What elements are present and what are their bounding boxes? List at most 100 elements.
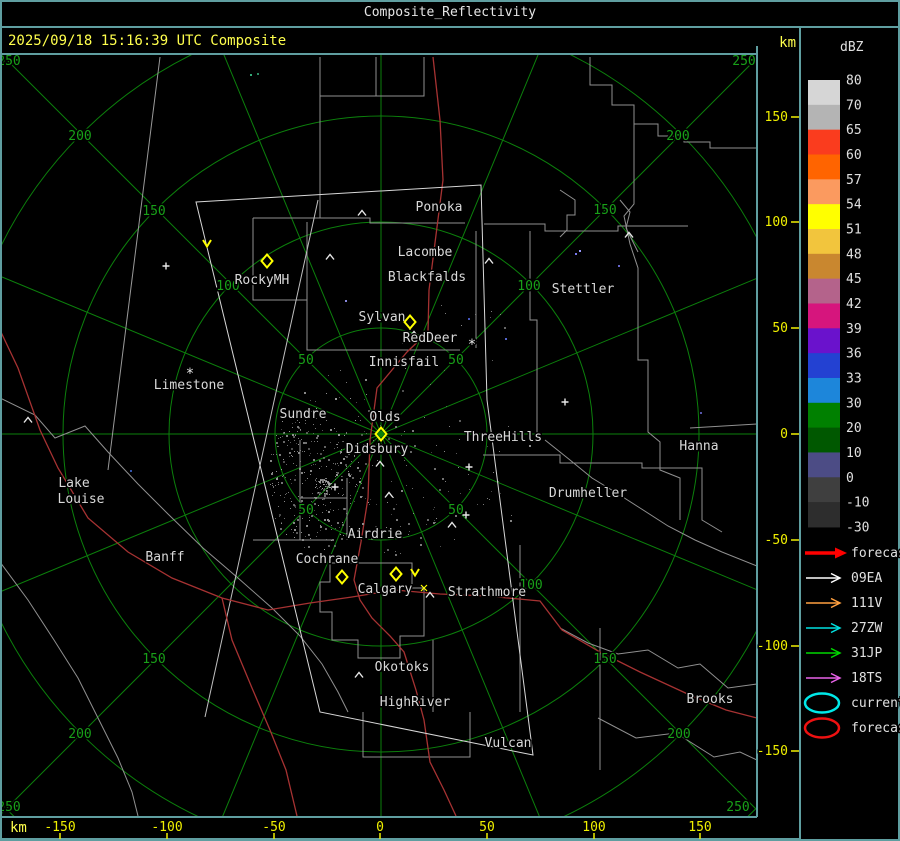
y-axis-label: 150 [765, 110, 788, 125]
ring-label: 200 [68, 727, 91, 742]
speckle-dot [359, 470, 361, 472]
speckle-dot [314, 497, 315, 498]
speckle-dot [322, 481, 324, 483]
speckle-dot [311, 501, 312, 502]
colorbar-value: 54 [846, 198, 862, 213]
colorbar-value: 33 [846, 371, 862, 386]
speckle-dot [316, 478, 317, 479]
speckle-dot [491, 491, 492, 492]
speckle-dot [341, 479, 343, 481]
speckle-dot [297, 519, 299, 521]
speckle-dot [274, 492, 275, 493]
speckle-dot [333, 510, 334, 511]
speckle-dot [305, 423, 306, 424]
speckle-dot [401, 490, 403, 492]
speckle-dot [406, 485, 407, 486]
colored-speck [700, 412, 702, 414]
speckle-dot [291, 455, 292, 456]
speckle-dot [270, 484, 271, 485]
speckle-dot [296, 532, 298, 534]
speckle-dot [291, 448, 293, 450]
colorbar-value: 70 [846, 98, 862, 113]
speckle-dot [395, 426, 397, 428]
speckle-dot [408, 534, 409, 535]
place-label-drumheller: Drumheller [549, 486, 627, 501]
speckle-dot [315, 479, 316, 480]
speckle-dot [328, 483, 330, 485]
speckle-dot [401, 435, 402, 436]
speckle-dot [360, 420, 361, 421]
speckle-dot [283, 441, 285, 443]
x-axis-label: 100 [582, 820, 605, 835]
speckle-dot [426, 524, 427, 525]
speckle-dot [446, 406, 447, 407]
speckle-dot [323, 450, 324, 451]
speckle-dot [364, 431, 365, 432]
speckle-dot [340, 462, 342, 464]
speckle-dot [423, 497, 424, 498]
speckle-dot [289, 456, 290, 457]
speckle-dot [487, 446, 488, 447]
speckle-dot [344, 435, 345, 436]
speckle-dot [338, 493, 339, 494]
speckle-dot [280, 528, 282, 530]
speckle-dot [316, 514, 317, 515]
speckle-dot [324, 498, 325, 499]
speckle-dot [335, 476, 336, 477]
speckle-dot [336, 474, 338, 476]
ring-label: 200 [68, 129, 91, 144]
colorbar-swatch [808, 502, 840, 528]
speckle-dot [350, 498, 351, 499]
speckle-dot [321, 466, 322, 467]
speckle-dot [333, 463, 334, 464]
speckle-dot [331, 525, 332, 526]
speckle-dot [321, 479, 323, 481]
colorbar-swatch [808, 402, 840, 429]
speckle-dot [309, 520, 310, 521]
speckle-dot [346, 468, 347, 469]
speckle-dot [311, 441, 312, 442]
place-label-calgary: Calgary [358, 582, 413, 597]
speckle-dot [300, 429, 301, 430]
colored-speck [345, 300, 347, 302]
speckle-dot [370, 499, 371, 500]
timestamp-label: 2025/09/18 15:16:39 UTC Composite [8, 33, 287, 49]
place-label-lacombe: Lacombe [398, 245, 453, 260]
speckle-dot [444, 370, 445, 371]
speckle-dot [305, 442, 307, 444]
speckle-dot [324, 493, 326, 495]
speckle-dot [317, 488, 318, 489]
speckle-dot [348, 474, 350, 476]
speckle-dot [396, 519, 398, 521]
speckle-dot [319, 494, 320, 495]
speckle-dot [338, 442, 339, 443]
speckle-dot [326, 490, 328, 492]
speckle-dot [297, 426, 299, 428]
speckle-dot [276, 478, 278, 480]
legend-arrow-label: 09EA [851, 571, 882, 586]
speckle-dot [323, 484, 324, 485]
place-label-limestone: Limestone [154, 378, 225, 393]
speckle-dot [284, 501, 285, 502]
speckle-dot [318, 505, 319, 506]
speckle-dot [461, 325, 462, 326]
speckle-dot [323, 457, 325, 459]
speckle-dot [308, 534, 309, 535]
speckle-dot [341, 538, 343, 540]
colorbar-swatch [808, 228, 840, 255]
speckle-dot [487, 498, 488, 499]
place-label-ponoka: Ponoka [416, 200, 463, 215]
speckle-dot [342, 495, 343, 496]
speckle-dot [310, 474, 311, 475]
speckle-dot [304, 547, 305, 548]
place-label-strathmore: Strathmore [448, 585, 526, 600]
speckle-dot [314, 503, 316, 505]
speckle-dot [356, 484, 357, 485]
speckle-dot [280, 437, 281, 438]
speckle-dot [290, 442, 291, 443]
speckle-dot [340, 451, 342, 453]
speckle-dot [273, 486, 274, 487]
speckle-dot [335, 528, 336, 529]
speckle-dot [309, 455, 310, 456]
speckle-dot [365, 463, 367, 465]
